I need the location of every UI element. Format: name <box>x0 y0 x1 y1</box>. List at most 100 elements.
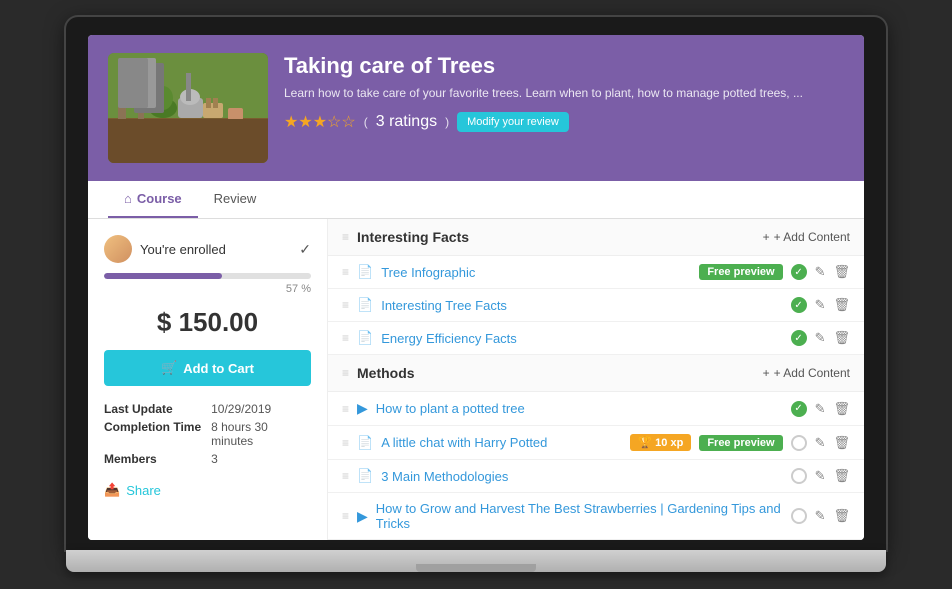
action-icons: ✓ ✎ 🗑 <box>791 264 850 280</box>
action-icons: ✓ ✎ 🗑 <box>791 330 850 346</box>
action-icons: ✓ ✎ 🗑 <box>791 297 850 313</box>
completion-time-label: Completion Time <box>104 420 201 448</box>
table-row: ≡ ▶ How to plant a potted tree ✓ ✎ 🗑 <box>328 392 864 426</box>
free-preview-badge: Free preview <box>699 264 782 280</box>
course-price: $ 150.00 <box>104 307 311 338</box>
laptop-base <box>66 550 886 572</box>
enrolled-row: You're enrolled ✓ <box>104 235 311 263</box>
add-content-button-methods[interactable]: + + Add Content <box>763 366 850 380</box>
star-rating: ★★★☆☆ <box>284 112 356 132</box>
course-description: Learn how to take care of your favorite … <box>284 85 844 102</box>
course-info: Taking care of Trees Learn how to take c… <box>284 53 844 132</box>
check-circle <box>791 508 807 524</box>
home-icon: ⌂ <box>124 191 132 206</box>
laptop-container: Taking care of Trees Learn how to take c… <box>66 17 886 572</box>
enrolled-text: You're enrolled <box>140 242 226 257</box>
content-item-link[interactable]: Interesting Tree Facts <box>381 298 782 313</box>
share-button[interactable]: 📤 Share <box>104 482 161 498</box>
completion-time-value: 8 hours 30 minutes <box>211 420 311 448</box>
add-to-cart-button[interactable]: 🛒 Add to Cart <box>104 350 311 386</box>
edit-icon[interactable]: ✎ <box>815 468 826 484</box>
info-grid: Last Update 10/29/2019 Completion Time 8… <box>104 402 311 466</box>
section-title-methods: Methods <box>357 365 763 381</box>
play-icon: ▶ <box>357 400 368 417</box>
check-circle: ✓ <box>791 297 807 313</box>
delete-icon[interactable]: 🗑 <box>833 468 850 484</box>
doc-icon: 📄 <box>357 435 373 451</box>
content-item-link[interactable]: Tree Infographic <box>381 265 691 280</box>
last-update-value: 10/29/2019 <box>211 402 311 416</box>
delete-icon[interactable]: 🗑 <box>833 330 850 346</box>
doc-icon: 📄 <box>357 468 373 484</box>
cart-icon: 🛒 <box>161 360 177 376</box>
share-icon: 📤 <box>104 482 120 498</box>
content-item-link[interactable]: How to plant a potted tree <box>376 401 783 416</box>
table-row: ≡ 📄 A little chat with Harry Potted 🏆 10… <box>328 426 864 460</box>
table-row: ≡ 📄 Energy Efficiency Facts ✓ ✎ 🗑 <box>328 322 864 355</box>
members-label: Members <box>104 452 201 466</box>
progress-fill <box>104 273 222 279</box>
delete-icon[interactable]: 🗑 <box>833 297 850 313</box>
rating-count: ( <box>364 115 368 129</box>
content-area: ≡ Interesting Facts + + Add Content ≡ 📄 … <box>328 219 864 540</box>
action-icons: ✎ 🗑 <box>791 508 850 524</box>
progress-percent: 57 % <box>104 283 311 295</box>
table-row: ≡ ▶ How to Grow and Harvest The Best Str… <box>328 493 864 540</box>
edit-icon[interactable]: ✎ <box>815 330 826 346</box>
check-circle: ✓ <box>791 264 807 280</box>
action-icons: ✓ ✎ 🗑 <box>791 401 850 417</box>
item-drag-icon: ≡ <box>342 436 349 450</box>
thumbnail-image <box>108 53 268 163</box>
course-thumbnail <box>108 53 268 163</box>
section-header-methods: ≡ Methods + + Add Content <box>328 355 864 392</box>
edit-icon[interactable]: ✎ <box>815 435 826 451</box>
edit-icon[interactable]: ✎ <box>815 508 826 524</box>
modify-review-button[interactable]: Modify your review <box>457 112 569 132</box>
content-item-link[interactable]: 3 Main Methodologies <box>381 469 782 484</box>
item-drag-icon: ≡ <box>342 402 349 416</box>
content-item-link[interactable]: How to Grow and Harvest The Best Strawbe… <box>376 501 783 531</box>
members-value: 3 <box>211 452 311 466</box>
avatar <box>104 235 132 263</box>
course-tabs: ⌂ Course Review <box>88 181 864 219</box>
tab-review[interactable]: Review <box>198 181 273 218</box>
check-circle: ✓ <box>791 401 807 417</box>
course-header: Taking care of Trees Learn how to take c… <box>88 35 864 181</box>
delete-icon[interactable]: 🗑 <box>833 508 850 524</box>
check-circle <box>791 468 807 484</box>
content-item-link[interactable]: A little chat with Harry Potted <box>381 435 622 450</box>
last-update-label: Last Update <box>104 402 201 416</box>
table-row: ≡ 📄 3 Main Methodologies ✎ 🗑 <box>328 460 864 493</box>
tab-course[interactable]: ⌂ Course <box>108 181 198 218</box>
item-drag-icon: ≡ <box>342 331 349 345</box>
edit-icon[interactable]: ✎ <box>815 401 826 417</box>
doc-icon: 📄 <box>357 330 373 346</box>
delete-icon[interactable]: 🗑 <box>833 401 850 417</box>
progress-bar <box>104 273 311 279</box>
item-drag-icon: ≡ <box>342 298 349 312</box>
item-drag-icon: ≡ <box>342 509 349 523</box>
edit-icon[interactable]: ✎ <box>815 264 826 280</box>
section-title-interesting-facts: Interesting Facts <box>357 229 763 245</box>
sidebar: You're enrolled ✓ 57 % $ 150.00 🛒 Add to… <box>88 219 328 540</box>
main-layout: You're enrolled ✓ 57 % $ 150.00 🛒 Add to… <box>88 219 864 540</box>
action-icons: ✎ 🗑 <box>791 468 850 484</box>
table-row: ≡ 📄 Tree Infographic Free preview ✓ ✎ 🗑 <box>328 256 864 289</box>
section-drag-icon: ≡ <box>342 366 349 380</box>
delete-icon[interactable]: 🗑 <box>833 264 850 280</box>
enrolled-check-icon: ✓ <box>299 241 311 258</box>
rating-row: ★★★☆☆ (3 ratings) Modify your review <box>284 112 844 132</box>
check-circle: ✓ <box>791 330 807 346</box>
delete-icon[interactable]: 🗑 <box>833 435 850 451</box>
screen-bezel: Taking care of Trees Learn how to take c… <box>66 17 886 550</box>
table-row: ≡ 📄 Interesting Tree Facts ✓ ✎ 🗑 <box>328 289 864 322</box>
add-content-button-interesting-facts[interactable]: + + Add Content <box>763 230 850 244</box>
free-preview-badge: Free preview <box>699 435 782 451</box>
doc-icon: 📄 <box>357 297 373 313</box>
doc-icon: 📄 <box>357 264 373 280</box>
item-drag-icon: ≡ <box>342 265 349 279</box>
plus-icon: + <box>763 366 770 380</box>
section-drag-icon: ≡ <box>342 230 349 244</box>
edit-icon[interactable]: ✎ <box>815 297 826 313</box>
content-item-link[interactable]: Energy Efficiency Facts <box>381 331 782 346</box>
